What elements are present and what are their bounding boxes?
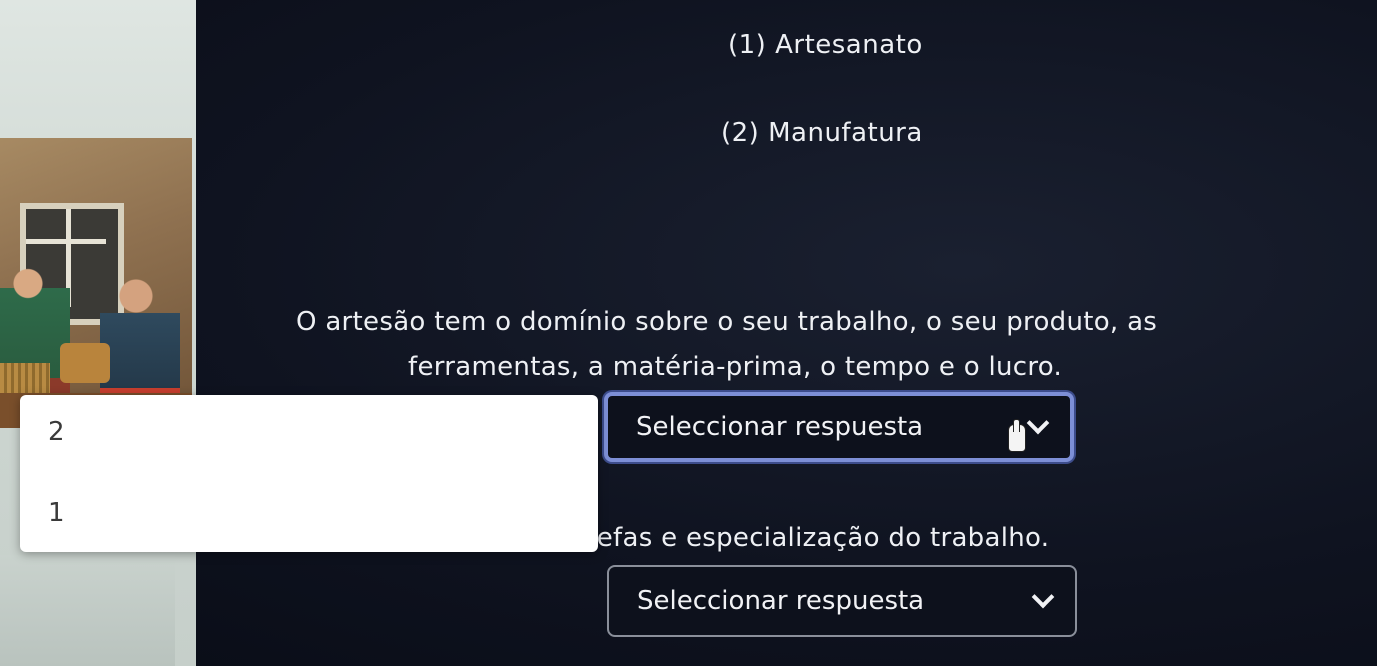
chevron-down-icon bbox=[1026, 411, 1050, 435]
question-1-select-placeholder: Seleccionar respuesta bbox=[636, 412, 924, 442]
question-2-answer-select[interactable]: Seleccionar respuesta bbox=[607, 565, 1077, 637]
question-1-statement-line-1: O artesão tem o domínio sobre o seu trab… bbox=[296, 307, 1158, 337]
question-1-statement-line-2: ferramentas, a matéria-prima, o tempo e … bbox=[408, 352, 1063, 382]
answer-dropdown-list: 2 1 bbox=[20, 395, 598, 552]
dropdown-option-2[interactable]: 2 bbox=[48, 417, 65, 447]
quiz-screen: (1) Artesanato (2) Manufatura O artesão … bbox=[0, 0, 1377, 666]
question-2-select-placeholder: Seleccionar respuesta bbox=[637, 586, 925, 616]
left-page-lower bbox=[0, 555, 175, 666]
option-manufatura: (2) Manufatura bbox=[721, 118, 923, 148]
window-frame-horizontal bbox=[26, 239, 106, 244]
dropdown-option-1[interactable]: 1 bbox=[48, 498, 65, 528]
craftsmen-illustration bbox=[0, 138, 192, 428]
hand-cursor-icon bbox=[1008, 419, 1026, 452]
illustration-cloth bbox=[60, 343, 110, 383]
chevron-down-icon bbox=[1031, 585, 1055, 609]
question-1-answer-select[interactable]: Seleccionar respuesta bbox=[604, 392, 1074, 462]
option-artesanato: (1) Artesanato bbox=[728, 30, 923, 60]
